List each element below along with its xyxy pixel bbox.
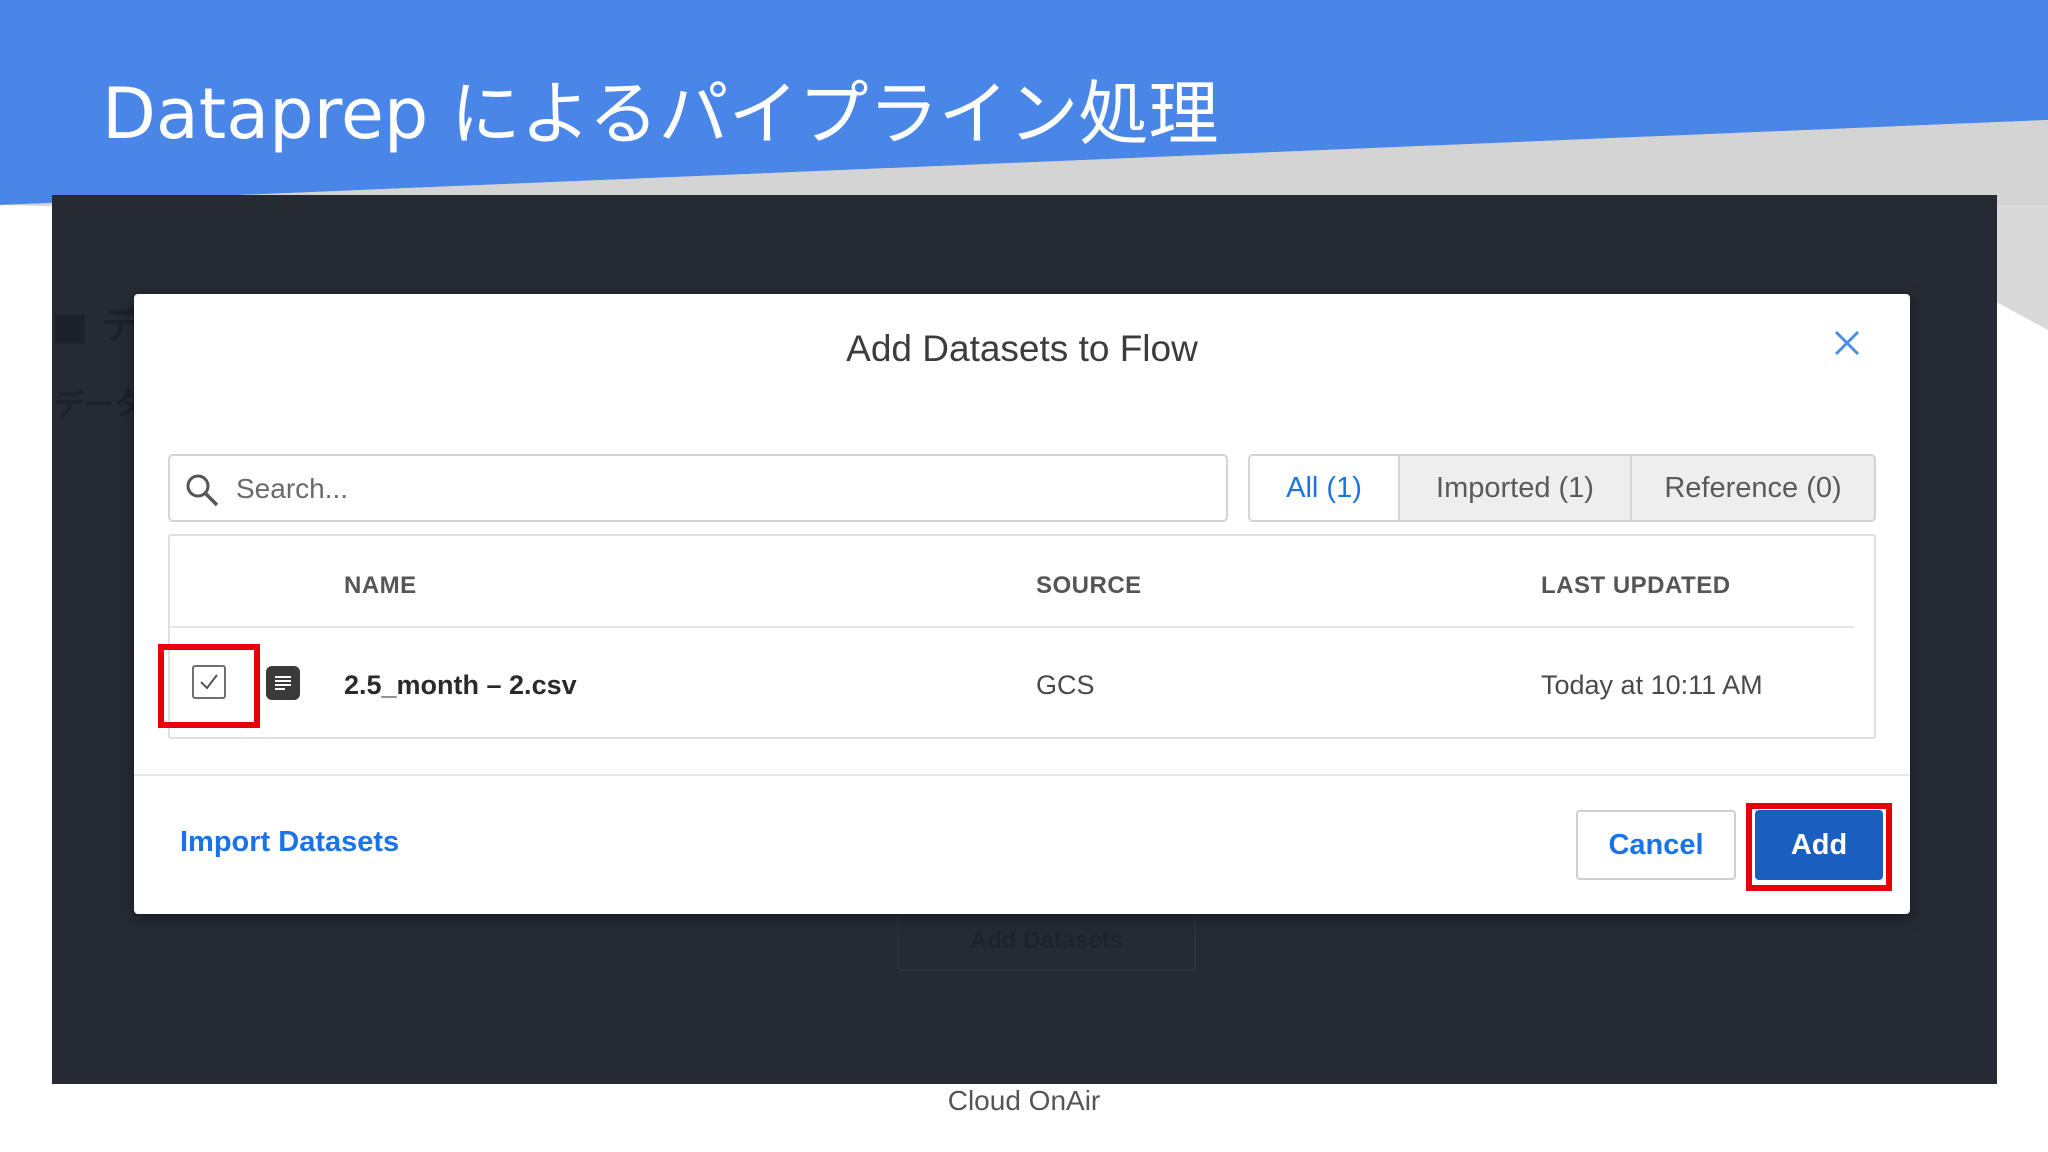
cancel-button[interactable]: Cancel (1576, 810, 1736, 880)
column-header-name[interactable]: NAME (344, 572, 417, 600)
add-datasets-dialog: Add Datasets to Flow All (1) Imported (1… (134, 294, 1910, 914)
column-header-source[interactable]: SOURCE (1036, 572, 1142, 600)
search-input[interactable] (234, 462, 1198, 516)
dataset-last-updated: Today at 10:11 AM (1541, 670, 1763, 700)
close-icon (1834, 330, 1860, 356)
table-header-divider (170, 626, 1854, 628)
search-icon (186, 474, 219, 507)
dataset-name[interactable]: 2.5_month – 2.csv (344, 670, 577, 701)
slide-footer-caption: Cloud OnAir (947, 1085, 1101, 1116)
filter-tabs: All (1) Imported (1) Reference (0) (1248, 454, 1876, 522)
checkmark-icon (200, 674, 218, 690)
dialog-footer-divider (134, 774, 1910, 776)
slide-title: Dataprep によるパイプライン処理 (102, 73, 1219, 155)
column-header-last-updated[interactable]: LAST UPDATED (1541, 572, 1731, 600)
search-field[interactable] (168, 454, 1228, 522)
datasets-table: NAME SOURCE LAST UPDATED 2.5_month – 2.c… (158, 534, 1876, 739)
background-subheading: データ (54, 388, 144, 423)
import-datasets-link[interactable]: Import Datasets (180, 826, 399, 859)
dataset-source: GCS (1036, 670, 1095, 700)
close-button[interactable] (1832, 328, 1862, 358)
dialog-title: Add Datasets to Flow (846, 328, 1198, 369)
tab-imported[interactable]: Imported (1) (1398, 456, 1630, 520)
row-checkbox[interactable] (192, 665, 226, 699)
add-button[interactable]: Add (1755, 810, 1883, 880)
tab-all[interactable]: All (1) (1250, 456, 1398, 520)
tab-reference[interactable]: Reference (0) (1630, 456, 1874, 520)
file-document-icon (266, 666, 300, 700)
background-add-datasets-button: Add Datasets (897, 911, 1196, 971)
